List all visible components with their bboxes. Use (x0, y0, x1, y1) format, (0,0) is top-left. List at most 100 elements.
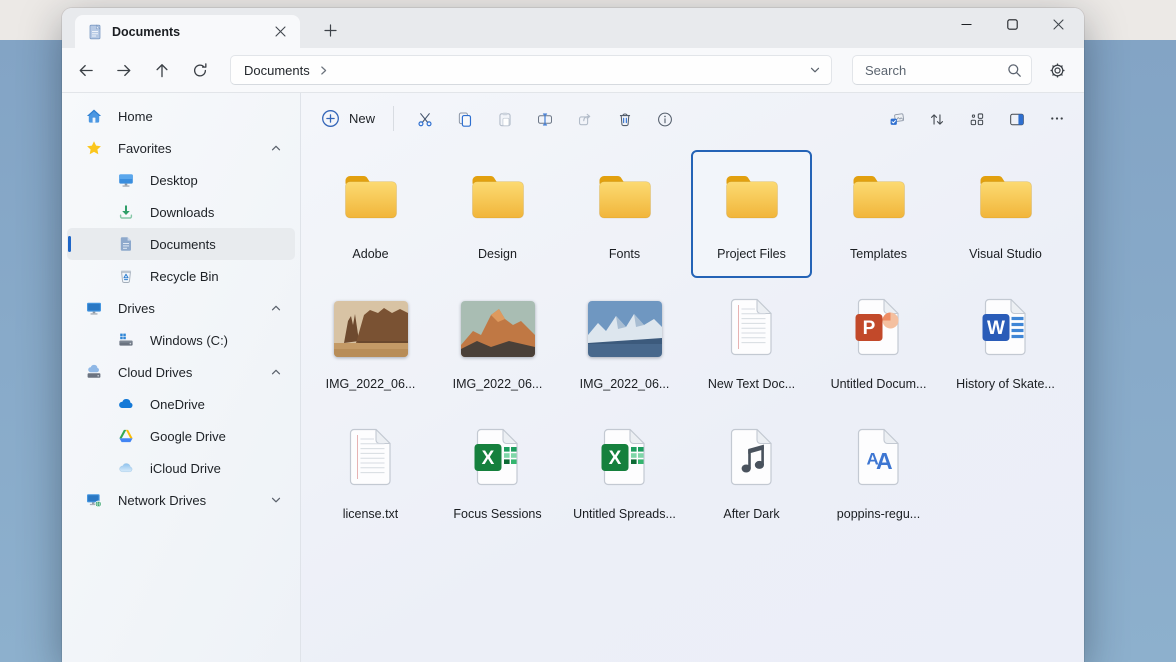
paste-button (486, 100, 524, 136)
search-input[interactable] (857, 63, 999, 78)
new-button-label: New (349, 111, 375, 126)
file-grid: Adobe Design FontsProject FilesTemplatesVi… (301, 143, 1084, 662)
more-button[interactable] (1038, 100, 1076, 136)
sidebar-item-network-drives[interactable]: Network Drives (67, 484, 295, 516)
file-tile[interactable]: AApoppins-regu... (818, 410, 939, 538)
sidebar-item-cloud-drives[interactable]: Cloud Drives (67, 356, 295, 388)
new-button[interactable]: New (317, 103, 379, 134)
details-pane-button[interactable] (998, 100, 1036, 136)
folder-icon (848, 172, 910, 227)
sidebar-item-downloads[interactable]: Downloads (67, 196, 295, 228)
ellipsis-icon (1049, 110, 1065, 126)
chevron-up-icon[interactable] (270, 302, 282, 314)
breadcrumb[interactable]: Documents (244, 63, 310, 78)
layout-button[interactable] (958, 100, 996, 136)
rename-icon (537, 110, 553, 126)
delete-icon (617, 110, 633, 126)
cut-button[interactable] (406, 100, 444, 136)
svg-text:X: X (481, 448, 494, 469)
chevron-down-icon[interactable] (809, 64, 821, 76)
file-tile[interactable]: Fonts (564, 150, 685, 278)
file-tile[interactable]: XUntitled Spreads... (564, 410, 685, 538)
settings-button[interactable] (1039, 53, 1075, 87)
file-name: Untitled Docum... (831, 376, 927, 393)
sidebar-item-label: Downloads (150, 205, 295, 220)
desktop-icon (118, 172, 134, 188)
file-tile[interactable]: Design (437, 150, 558, 278)
sidebar-item-onedrive[interactable]: OneDrive (67, 388, 295, 420)
details-pane-icon (1009, 110, 1025, 126)
maximize-button[interactable] (992, 9, 1038, 45)
share-button (566, 100, 604, 136)
file-tile[interactable]: Visual Studio (945, 150, 1066, 278)
new-tab-button[interactable] (317, 17, 343, 43)
documents-icon (118, 236, 134, 252)
select-button[interactable] (878, 100, 916, 136)
sidebar-item-label: Desktop (150, 173, 295, 188)
up-button[interactable] (144, 53, 180, 87)
file-tile[interactable]: IMG_2022_06... (310, 280, 431, 408)
search-icon[interactable] (1007, 63, 1022, 78)
back-button[interactable] (68, 53, 104, 87)
file-tile[interactable]: license.txt (310, 410, 431, 538)
folder-icon (594, 172, 656, 227)
info-icon (657, 110, 673, 126)
svg-text:A: A (876, 448, 893, 474)
address-bar[interactable]: Documents (230, 55, 832, 85)
forward-button[interactable] (106, 53, 142, 87)
delete-button[interactable] (606, 100, 644, 136)
onedrive-icon (118, 396, 134, 412)
sidebar-item-label: Cloud Drives (118, 365, 270, 380)
sidebar-item-icloud-drive[interactable]: iCloud Drive (67, 452, 295, 484)
chevron-up-icon[interactable] (270, 366, 282, 378)
chevron-up-icon[interactable] (270, 142, 282, 154)
file-tile[interactable]: After Dark (691, 410, 812, 538)
folder-icon (467, 172, 529, 227)
sidebar-item-google-drive[interactable]: Google Drive (67, 420, 295, 452)
sidebar-item-windows-c[interactable]: Windows (C:) (67, 324, 295, 356)
properties-button[interactable] (646, 100, 684, 136)
rename-button[interactable] (526, 100, 564, 136)
sidebar-item-favorites[interactable]: Favorites (67, 132, 295, 164)
excel-icon: X (471, 427, 525, 492)
minimize-button[interactable] (946, 9, 992, 45)
window-controls (946, 9, 1084, 45)
sidebar-item-recycle-bin[interactable]: Recycle Bin (67, 260, 295, 292)
folder-icon (975, 172, 1037, 227)
audio-icon (725, 427, 779, 492)
file-tile[interactable]: XFocus Sessions (437, 410, 558, 538)
sidebar-item-label: Drives (118, 301, 270, 316)
file-tile[interactable]: IMG_2022_06... (437, 280, 558, 408)
close-window-button[interactable] (1038, 9, 1084, 45)
search-box[interactable] (852, 55, 1032, 85)
chevron-right-icon (318, 65, 329, 76)
arrow-up-icon (154, 62, 170, 78)
tab-documents[interactable]: Documents (75, 15, 300, 48)
sort-button[interactable] (918, 100, 956, 136)
copy-button[interactable] (446, 100, 484, 136)
file-tile[interactable]: P Untitled Docum... (818, 280, 939, 408)
sidebar-item-documents[interactable]: Documents (67, 228, 295, 260)
refresh-button[interactable] (182, 53, 218, 87)
sidebar-item-drives[interactable]: Drives (67, 292, 295, 324)
file-name: Design (478, 246, 517, 263)
word-icon: W (979, 297, 1033, 362)
svg-text:P: P (862, 318, 875, 339)
home-icon (86, 108, 102, 124)
file-tile[interactable]: Project Files (691, 150, 812, 278)
powerpoint-icon: P (852, 297, 906, 362)
sidebar-item-desktop[interactable]: Desktop (67, 164, 295, 196)
navigation-bar: Documents (62, 48, 1084, 93)
file-tile[interactable]: Adobe (310, 150, 431, 278)
tab-close-icon[interactable] (270, 22, 290, 42)
maximize-icon (1007, 19, 1023, 35)
sidebar-item-home[interactable]: Home (67, 100, 295, 132)
tab-strip: Documents (62, 8, 1084, 48)
file-tile[interactable]: WHistory of Skate... (945, 280, 1066, 408)
chevron-down-icon[interactable] (270, 494, 282, 506)
file-tile[interactable]: New Text Doc... (691, 280, 812, 408)
file-tile[interactable]: IMG_2022_06... (564, 280, 685, 408)
file-tile[interactable]: Templates (818, 150, 939, 278)
image-sunset-icon (461, 301, 535, 357)
icloud-icon (118, 460, 134, 476)
